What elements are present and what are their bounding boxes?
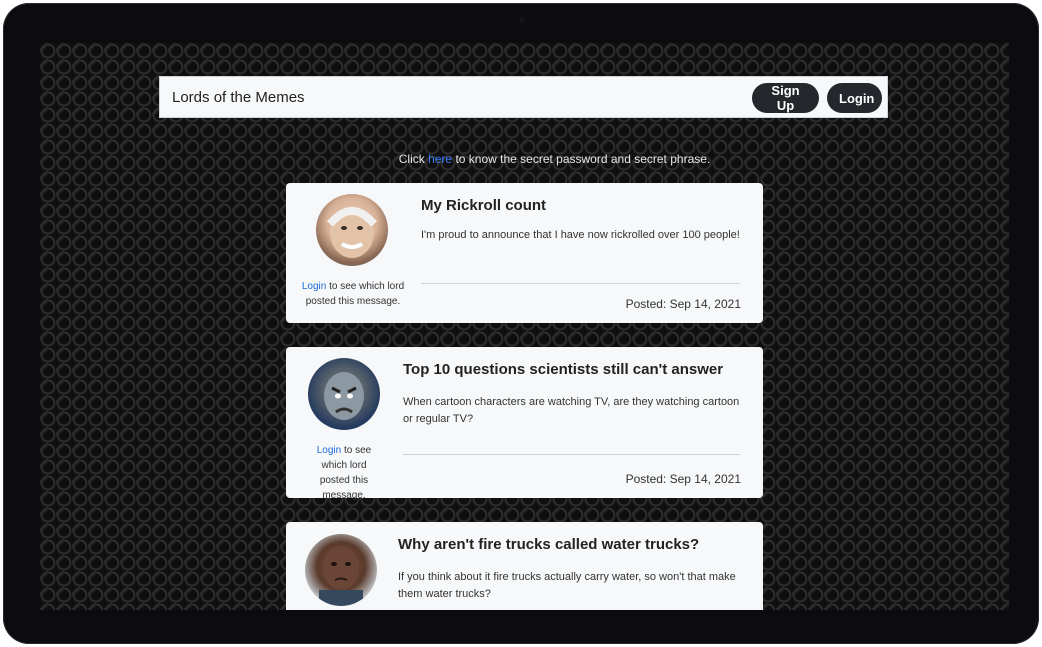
here-link[interactable]: here: [428, 152, 452, 166]
post-card: Login to see which lord posted this mess…: [286, 183, 763, 323]
post-title: Top 10 questions scientists still can't …: [403, 361, 724, 378]
browser-viewport: Lords of the Memes Sign Up Login Click h…: [40, 43, 1009, 610]
divider: [403, 454, 740, 455]
notice-suffix: to know the secret password and secret p…: [452, 152, 711, 166]
post-date: Posted: Sep 14, 2021: [625, 472, 741, 486]
post-body: I'm proud to announce that I have now ri…: [421, 229, 740, 241]
login-button[interactable]: Login: [827, 83, 882, 113]
post-body: When cartoon characters are watching TV,…: [403, 396, 740, 425]
face-image-icon: [324, 372, 364, 420]
camera-dot: [519, 17, 525, 23]
login-note: Login to see which lord posted this mess…: [298, 279, 408, 309]
navbar: Lords of the Memes Sign Up Login: [159, 76, 888, 118]
post-card: Login to see which lord posted this mess…: [286, 347, 763, 501]
login-note: Login to see which lord posted this mess…: [306, 443, 382, 503]
brand-title[interactable]: Lords of the Memes: [172, 89, 305, 106]
post-date: Posted: Sep 14, 2021: [625, 297, 741, 311]
sign-up-button[interactable]: Sign Up: [752, 83, 819, 113]
face-image-icon: [326, 206, 378, 258]
divider: [421, 283, 740, 284]
tablet-frame: Lords of the Memes Sign Up Login Click h…: [3, 3, 1039, 644]
post-login-link[interactable]: Login: [302, 281, 326, 292]
post-login-link[interactable]: Login: [317, 445, 341, 456]
post-card: Why aren't fire trucks called water truc…: [286, 522, 763, 610]
avatar: [308, 358, 380, 430]
secret-notice: Click here to know the secret password a…: [40, 152, 1009, 166]
notice-prefix: Click: [398, 152, 429, 166]
post-title: My Rickroll count: [421, 197, 547, 214]
post-body: If you think about it fire trucks actual…: [398, 571, 736, 600]
post-title: Why aren't fire trucks called water truc…: [398, 536, 700, 553]
face-image-icon: [319, 546, 363, 606]
avatar: [316, 194, 388, 266]
avatar: [305, 534, 377, 606]
